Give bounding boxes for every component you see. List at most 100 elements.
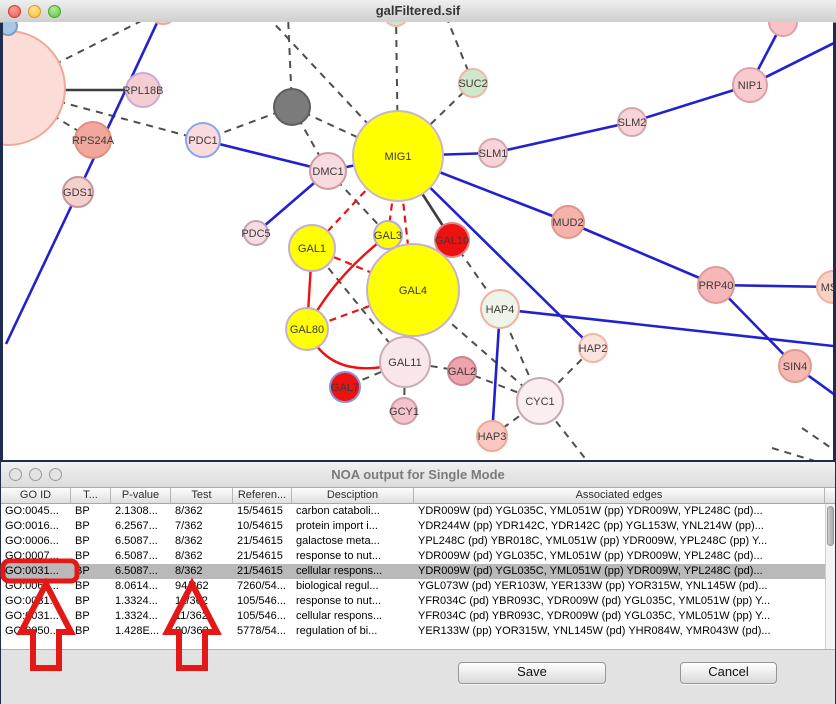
- noa-window-title: NOA output for Single Mode: [1, 467, 835, 482]
- network-canvas[interactable]: RPL18BRPS24AGDS1PDC1DMC1PDC5MIG1SUC2SLM1…: [3, 22, 833, 460]
- node-label-SLM1: SLM1: [479, 148, 508, 160]
- table-cell: regulation of bi...: [292, 624, 414, 639]
- table-cell: YGL073W (pd) YER103W, YER133W (pp) YOR31…: [414, 579, 825, 594]
- table-cell: 6.5087...: [111, 549, 171, 564]
- column-header-go-id[interactable]: GO ID: [1, 488, 71, 503]
- table-cell: BP: [71, 609, 111, 624]
- table-row-1[interactable]: GO:0016...BP6.2567...7/36210/54615protei…: [1, 519, 825, 534]
- column-header-test[interactable]: Test: [171, 488, 233, 503]
- node-label-GAL7: GAL7: [331, 382, 359, 394]
- save-button[interactable]: Save: [458, 662, 606, 684]
- table-cell: GO:0006...: [1, 534, 71, 549]
- table-body: GO:0045...BP2.1308...8/36215/54615carbon…: [1, 504, 825, 649]
- table-cell: YDR009W (pd) YGL035C, YML051W (pp) YDR00…: [414, 504, 825, 519]
- table-cell: YDR009W (pd) YGL035C, YML051W (pp) YDR00…: [414, 549, 825, 564]
- node-topcut1[interactable]: [149, 22, 177, 24]
- node-label-NIP1: NIP1: [738, 80, 762, 92]
- node-label-PRP40: PRP40: [699, 280, 734, 292]
- column-header-p-value[interactable]: P-value: [111, 488, 171, 503]
- table-cell: BP: [71, 579, 111, 594]
- node-label-GDS1: GDS1: [63, 187, 93, 199]
- network-edge: [568, 222, 716, 285]
- network-window-titlebar: galFiltered.sif: [0, 0, 836, 23]
- table-cell: galactose meta...: [292, 534, 414, 549]
- table-row-7[interactable]: GO:0031...BP1.3324...11/362105/546...cel…: [1, 609, 825, 624]
- table-cell: 21/54615: [233, 549, 292, 564]
- node-label-RPS24A: RPS24A: [72, 135, 115, 147]
- table-cell: 7/362: [171, 519, 233, 534]
- table-cell: YER133W (pp) YOR315W, YNL145W (pd) YHR08…: [414, 624, 825, 639]
- column-header-desciption[interactable]: Desciption: [292, 488, 414, 503]
- table-cell: 2.1308...: [111, 504, 171, 519]
- table-cell: GO:0045...: [1, 504, 71, 519]
- network-edge: [493, 122, 632, 153]
- table-cell: BP: [71, 519, 111, 534]
- table-cell: 8/362: [171, 504, 233, 519]
- table-cell: 105/546...: [233, 594, 292, 609]
- table-cell: YDR009W (pd) YGL035C, YML051W (pp) YDR00…: [414, 564, 825, 579]
- table-row-2[interactable]: GO:0006...BP6.5087...8/36221/54615galact…: [1, 534, 825, 549]
- table-cell: GO:0065...: [1, 579, 71, 594]
- column-header-referen-[interactable]: Referen...: [233, 488, 292, 503]
- table-cell: YFR034C (pd) YBR093C, YDR009W (pd) YGL03…: [414, 609, 825, 624]
- node-label-GCY1: GCY1: [389, 406, 419, 418]
- node-label-GAL11: GAL11: [388, 357, 421, 369]
- node-label-GAL2: GAL2: [448, 366, 476, 378]
- table-cell: BP: [71, 504, 111, 519]
- table-cell: 7260/54...: [233, 579, 292, 594]
- node-label-HAP4: HAP4: [486, 304, 515, 316]
- table-row-8[interactable]: GO:0050...BP1.428E...80/3625778/54...reg…: [1, 624, 825, 639]
- cancel-button[interactable]: Cancel: [680, 662, 777, 684]
- column-header-associated-edges[interactable]: Associated edges: [414, 488, 825, 503]
- table-cell: 8/362: [171, 534, 233, 549]
- network-window: galFiltered.sif RPL18BRPS24AGDS1PDC1DMC1…: [0, 0, 836, 460]
- node-label-MIG1: MIG1: [385, 151, 412, 163]
- table-cell: 11/362: [171, 594, 233, 609]
- table-cell: response to nut...: [292, 594, 414, 609]
- table-cell: 5778/54...: [233, 624, 292, 639]
- table-cell: GO:0031...: [1, 594, 71, 609]
- network-edge: [6, 192, 78, 344]
- table-cell: GO:0007...: [1, 549, 71, 564]
- node-label-SUC2: SUC2: [458, 78, 487, 90]
- node-cornertiny[interactable]: [3, 22, 17, 35]
- node-bigcircle[interactable]: [3, 31, 65, 145]
- table-cell: BP: [71, 564, 111, 579]
- node-label-HAP3: HAP3: [478, 431, 507, 443]
- node-greencut[interactable]: [384, 22, 408, 26]
- node-label-GAL80: GAL80: [290, 324, 324, 336]
- scrollbar-thumb[interactable]: [827, 506, 834, 546]
- node-label-SLM2: SLM2: [618, 117, 647, 129]
- table-row-3[interactable]: GO:0007...BP6.5087...8/36221/54615respon…: [1, 549, 825, 564]
- network-edge: [500, 309, 833, 347]
- table-row-6[interactable]: GO:0031...BP1.3324...11/362105/546...res…: [1, 594, 825, 609]
- column-header-t-[interactable]: T...: [71, 488, 111, 503]
- node-label-MUD2: MUD2: [552, 217, 583, 229]
- table-cell: biological regul...: [292, 579, 414, 594]
- table-cell: carbon cataboli...: [292, 504, 414, 519]
- table-header-row: GO IDT...P-valueTestReferen...Desciption…: [1, 488, 835, 504]
- node-topcut2[interactable]: [769, 22, 797, 36]
- table-row-0[interactable]: GO:0045...BP2.1308...8/36215/54615carbon…: [1, 504, 825, 519]
- table-cell: 21/54615: [233, 564, 292, 579]
- table-cell: BP: [71, 549, 111, 564]
- table-cell: response to nut...: [292, 549, 414, 564]
- vertical-scrollbar[interactable]: [825, 504, 835, 649]
- table-cell: 6.5087...: [111, 564, 171, 579]
- node-label-GAL10: GAL10: [435, 235, 469, 247]
- node-graynode[interactable]: [274, 89, 310, 125]
- table-row-5[interactable]: GO:0065...BP8.0614...94/3627260/54...bio…: [1, 579, 825, 594]
- network-graph: RPL18BRPS24AGDS1PDC1DMC1PDC5MIG1SUC2SLM1…: [3, 22, 833, 460]
- network-window-title: galFiltered.sif: [0, 3, 836, 18]
- noa-window-titlebar: NOA output for Single Mode: [1, 462, 835, 488]
- node-label-CYC1: CYC1: [525, 396, 554, 408]
- table-cell: protein import i...: [292, 519, 414, 534]
- table-cell: 6.2567...: [111, 519, 171, 534]
- node-label-GAL4: GAL4: [399, 285, 427, 297]
- table-cell: 15/54615: [233, 504, 292, 519]
- table-cell: 21/54615: [233, 534, 292, 549]
- table-cell: cellular respons...: [292, 564, 414, 579]
- table-cell: BP: [71, 594, 111, 609]
- table-row-4[interactable]: GO:0031...BP6.5087...8/36221/54615cellul…: [1, 564, 825, 579]
- table-cell: YDR244W (pp) YDR142C, YDR142C (pp) YGL15…: [414, 519, 825, 534]
